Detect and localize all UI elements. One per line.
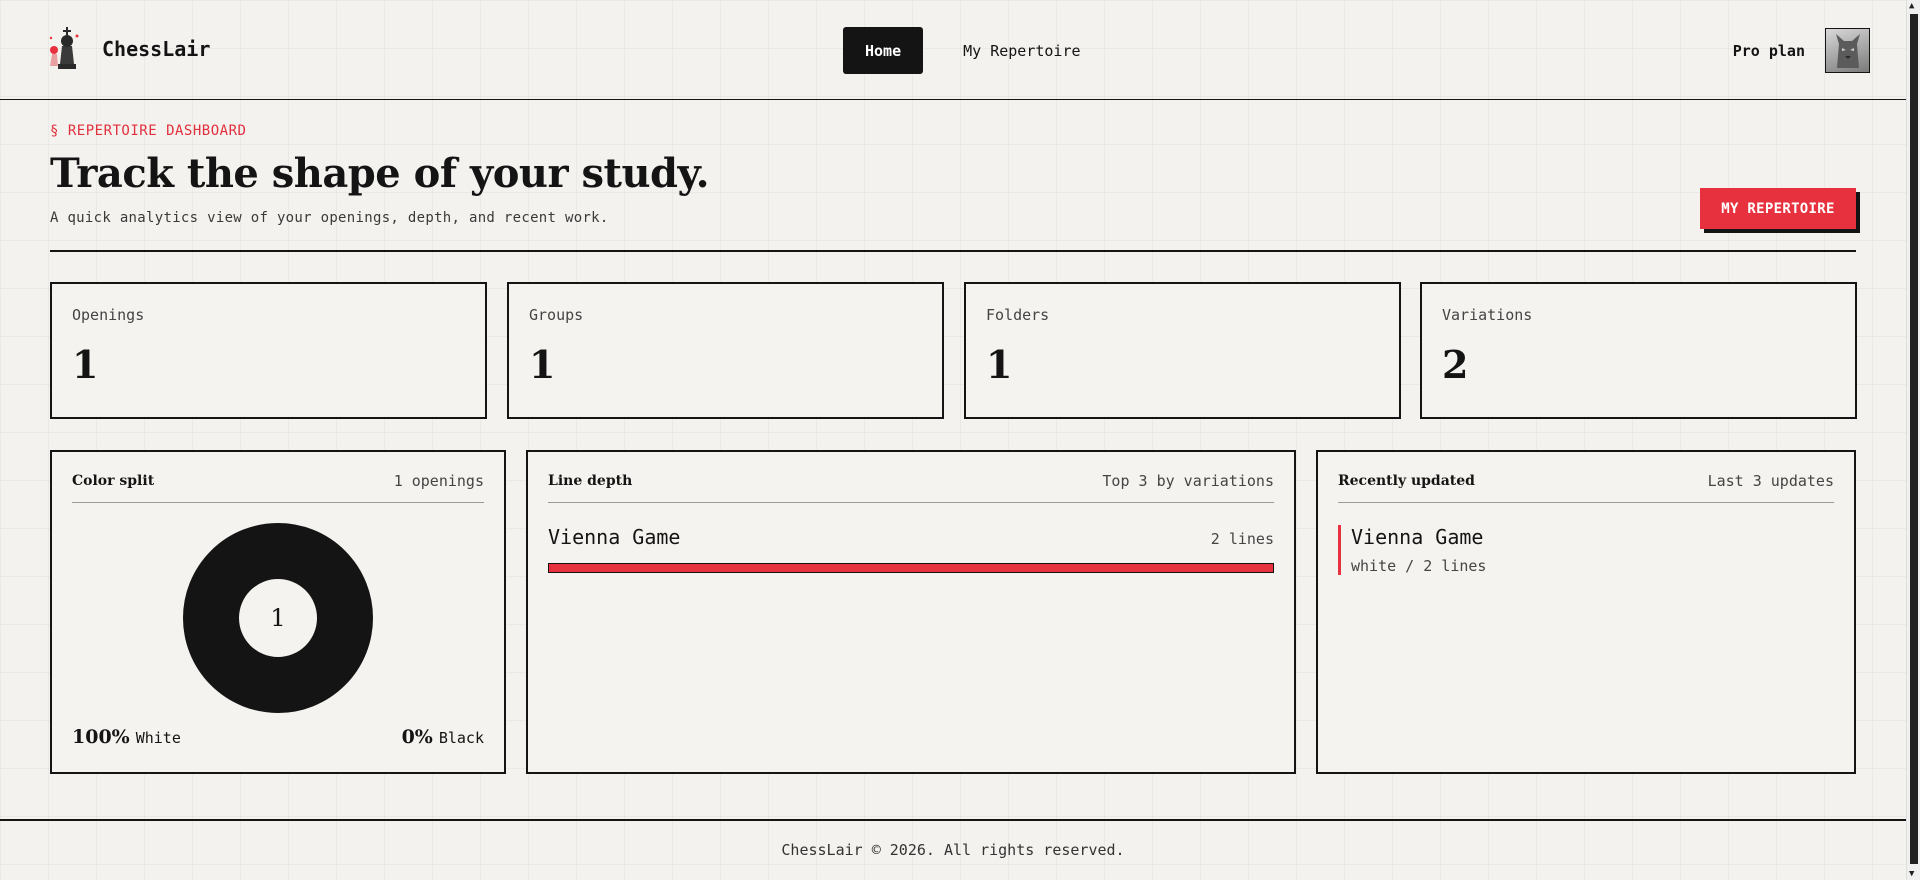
nav-home[interactable]: Home: [843, 27, 924, 74]
main-nav: Home My Repertoire: [843, 27, 1103, 74]
recent-item-meta: white / 2 lines: [1351, 557, 1487, 575]
my-repertoire-button[interactable]: MY REPERTOIRE: [1700, 188, 1856, 229]
black-percent: 0%: [401, 726, 433, 748]
account: Pro plan: [1733, 28, 1870, 73]
stat-card-openings: Openings 1: [50, 282, 487, 419]
page-subtitle: A quick analytics view of your openings,…: [50, 210, 609, 226]
stat-card-groups: Groups 1: [507, 282, 944, 419]
recently-updated-panel: Recently updated Last 3 updates Vienna G…: [1316, 450, 1856, 774]
stat-value: 2: [1442, 342, 1469, 387]
panel-title: Line depth: [548, 473, 633, 489]
color-split-legend: 100% White 0% Black: [72, 726, 484, 748]
line-depth-bar-fill: [549, 564, 1273, 572]
panel-meta: Top 3 by variations: [1102, 472, 1274, 490]
black-share: 0% Black: [402, 726, 484, 748]
line-row: Vienna Game 2 lines: [548, 525, 1274, 549]
line-depth-item[interactable]: Vienna Game 2 lines: [548, 525, 1274, 573]
stat-value: 1: [72, 342, 99, 387]
white-label: White: [135, 729, 181, 747]
panel-title: Recently updated: [1338, 473, 1475, 489]
panel-meta: 1 openings: [393, 472, 484, 490]
color-split-panel: Color split 1 openings 1 100% White 0% Bla…: [50, 450, 506, 774]
recent-item-name: Vienna Game: [1351, 525, 1484, 549]
cat-avatar-icon: [1835, 33, 1860, 68]
donut-center-count: 1: [270, 604, 286, 632]
color-donut-chart: 1: [183, 523, 373, 713]
footer: ChessLair © 2026. All rights reserved.: [781, 841, 1125, 859]
stat-card-variations: Variations 2: [1420, 282, 1857, 419]
nav-my-repertoire[interactable]: My Repertoire: [941, 27, 1102, 74]
panel-title: Color split: [72, 473, 155, 489]
brand[interactable]: ChessLair: [44, 24, 210, 74]
white-percent: 100%: [72, 726, 130, 748]
divider: [50, 250, 1856, 252]
panel-header: Line depth Top 3 by variations: [548, 472, 1274, 503]
white-share: 100% White: [72, 726, 181, 748]
plan-badge: Pro plan: [1732, 41, 1805, 60]
scroll-up-icon[interactable]: ▲: [1909, 1, 1914, 11]
page-scrollbar[interactable]: ▲ ▼: [1906, 0, 1920, 880]
stat-value: 1: [529, 342, 556, 387]
scroll-down-icon[interactable]: ▼: [1909, 869, 1914, 879]
line-depth-panel: Line depth Top 3 by variations Vienna Ga…: [526, 450, 1296, 774]
avatar[interactable]: [1825, 28, 1870, 73]
top-bar: ChessLair Home My Repertoire Pro plan: [0, 0, 1906, 100]
black-label: Black: [438, 729, 484, 747]
stat-label: Openings: [72, 306, 145, 324]
line-depth-bar: [548, 563, 1274, 573]
page-title: Track the shape of your study.: [50, 150, 710, 197]
brand-name: ChessLair: [102, 37, 211, 61]
panel-header: Color split 1 openings: [72, 472, 484, 503]
eyebrow: § REPERTOIRE DASHBOARD: [50, 123, 247, 139]
page: ChessLair Home My Repertoire Pro plan § …: [0, 0, 1906, 880]
stat-label: Folders: [986, 306, 1050, 324]
line-count: 2 lines: [1210, 530, 1274, 548]
footer-divider: [0, 819, 1906, 821]
panel-meta: Last 3 updates: [1707, 472, 1834, 490]
scroll-thumb[interactable]: [1910, 14, 1918, 864]
stat-label: Variations: [1442, 306, 1533, 324]
recent-item[interactable]: Vienna Game white / 2 lines: [1338, 525, 1834, 575]
chess-king-icon: [49, 27, 79, 69]
line-name: Vienna Game: [548, 525, 681, 549]
panel-header: Recently updated Last 3 updates: [1338, 472, 1834, 503]
stat-card-folders: Folders 1: [964, 282, 1401, 419]
stat-value: 1: [986, 342, 1013, 387]
stat-label: Groups: [529, 306, 584, 324]
